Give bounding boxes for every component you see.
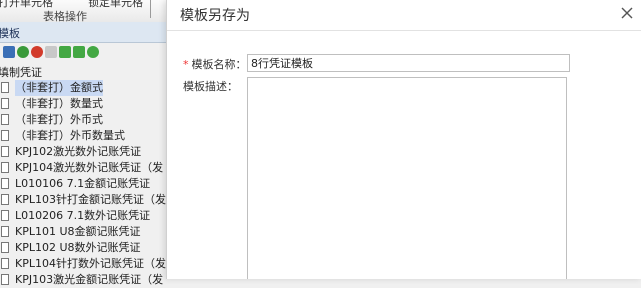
tree-root-label[interactable]: 填制凭证 bbox=[0, 64, 42, 80]
document-icon bbox=[1, 114, 9, 125]
tree-item[interactable]: KPJ104激光数外记账凭证（发 bbox=[0, 160, 168, 176]
close-icon[interactable] bbox=[620, 6, 634, 20]
required-marker: * bbox=[183, 58, 189, 71]
document-icon bbox=[1, 258, 9, 269]
document-icon bbox=[1, 82, 9, 93]
template-icon[interactable] bbox=[3, 46, 15, 58]
tree-item-label: L010106 7.1金额记账凭证 bbox=[15, 177, 151, 190]
tree-item[interactable]: （非套打）外币式 bbox=[0, 112, 168, 128]
template-name-label: * 模板名称： bbox=[183, 56, 247, 72]
tree-item[interactable]: KPL103针打金额记账凭证（发 bbox=[0, 192, 168, 208]
document-icon bbox=[1, 194, 9, 205]
tree-item-label: KPJ104激光数外记账凭证（发 bbox=[15, 161, 164, 174]
tree-item[interactable]: KPJ103激光金额记账凭证（发 bbox=[0, 272, 168, 288]
tree-item-label: （非套打）外币数量式 bbox=[15, 129, 125, 142]
tree-item[interactable]: KPL102 U8数外记账凭证 bbox=[0, 240, 168, 256]
tree-item-label: （非套打）数量式 bbox=[15, 97, 103, 110]
tree-item-label: （非套打）外币式 bbox=[15, 113, 103, 126]
tree-item[interactable]: （非套打）金额式 bbox=[0, 80, 168, 96]
template-panel-header: 模板 bbox=[0, 22, 168, 43]
tree-item[interactable]: L010206 7.1数外记账凭证 bbox=[0, 208, 168, 224]
tree-item[interactable]: KPL101 U8金额记账凭证 bbox=[0, 224, 168, 240]
template-desc-input[interactable] bbox=[247, 77, 567, 279]
ribbon-toolbar: 打开单元格 锁定单元格 表格操作 bbox=[0, 0, 170, 23]
add-icon[interactable] bbox=[17, 46, 29, 58]
document-icon bbox=[1, 162, 9, 173]
document-icon bbox=[1, 98, 9, 109]
template-name-label-text: 模板名称： bbox=[191, 58, 247, 71]
tree-item-label: KPJ103激光金额记账凭证（发 bbox=[15, 273, 164, 286]
template-toolbar bbox=[0, 43, 171, 61]
document-icon bbox=[1, 146, 9, 157]
tree-item[interactable]: KPL104针打数外记账凭证（发 bbox=[0, 256, 168, 272]
tree-item[interactable]: （非套打）外币数量式 bbox=[0, 128, 168, 144]
tree-item[interactable]: （非套打）数量式 bbox=[0, 96, 168, 112]
document-icon bbox=[1, 178, 9, 189]
document-icon bbox=[1, 242, 9, 253]
delete-icon[interactable] bbox=[31, 46, 43, 58]
document-icon bbox=[1, 210, 9, 221]
refresh-icon[interactable] bbox=[87, 46, 99, 58]
document-icon bbox=[1, 226, 9, 237]
cut-icon[interactable] bbox=[45, 46, 57, 58]
document-icon bbox=[1, 274, 9, 285]
tree-item[interactable]: KPJ102激光数外记账凭证 bbox=[0, 144, 168, 160]
save-template-dialog: 模板另存为 *模板名称： 模板描述： bbox=[166, 0, 641, 279]
template-name-input[interactable] bbox=[247, 54, 570, 72]
tree-item-label: L010206 7.1数外记账凭证 bbox=[15, 209, 151, 222]
dialog-title: 模板另存为 bbox=[180, 8, 250, 24]
tree-item-label: KPL103针打金额记账凭证（发 bbox=[15, 193, 166, 206]
move-right-icon[interactable] bbox=[73, 46, 85, 58]
tree-item-label: KPL102 U8数外记账凭证 bbox=[15, 241, 141, 254]
panel-title: 模板 bbox=[0, 27, 20, 40]
tree-item-label: KPJ102激光数外记账凭证 bbox=[15, 145, 142, 158]
tree-item-label: （非套打）金额式 bbox=[15, 80, 103, 96]
move-left-icon[interactable] bbox=[59, 46, 71, 58]
tree-item-label: KPL101 U8金额记账凭证 bbox=[15, 225, 141, 238]
document-icon bbox=[1, 130, 9, 141]
tree-item[interactable]: L010106 7.1金额记账凭证 bbox=[0, 176, 168, 192]
tree-item-label: KPL104针打数外记账凭证（发 bbox=[15, 257, 166, 270]
tree-list: （非套打）金额式 （非套打）数量式 （非套打）外币式 （非套打）外币数量式 KPJ102… bbox=[0, 80, 168, 288]
toolbar-divider bbox=[150, 0, 151, 18]
dialog-header: 模板另存为 bbox=[167, 0, 641, 31]
template-desc-label: 模板描述： bbox=[183, 80, 238, 93]
